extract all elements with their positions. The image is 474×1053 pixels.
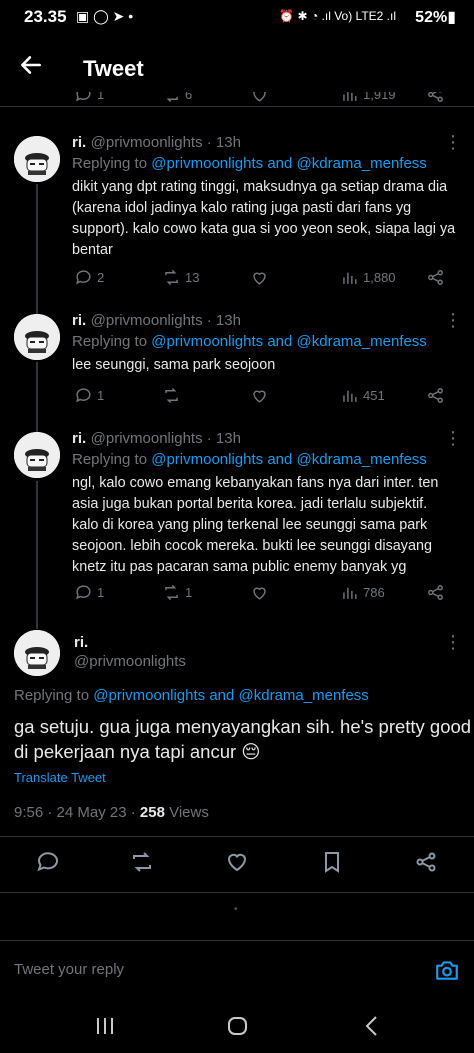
camera-icon[interactable] [434,957,460,988]
handle[interactable]: @privmoonlights [74,653,186,670]
replying-to: Replying to @privmoonlights and @kdrama_… [14,687,369,704]
reply-button[interactable]: 1 [74,583,104,602]
share-icon[interactable] [426,92,445,104]
share-icon [428,270,443,285]
reply-button[interactable]: 1 [74,386,104,405]
avatar[interactable] [14,630,60,676]
replying-to: Replying to @privmoonlights and @kdrama_… [72,333,427,350]
reply-composer: Tweet your reply [0,941,474,999]
top-bar: Tweet [0,40,474,98]
views-icon [343,587,357,599]
reply-icon [76,585,91,600]
views-icon[interactable]: 1,919 [340,92,396,104]
mention-link[interactable]: @privmoonlights and @kdrama_menfess [151,451,427,468]
display-name[interactable]: ri. [72,430,86,447]
retweet-icon[interactable] [130,850,154,879]
heart-icon [253,587,266,600]
reply-button[interactable]: 2 [74,268,104,287]
views-button[interactable]: 451 [340,386,385,405]
tweet-text: dikit yang dpt rating tinggi, maksudnya … [72,179,456,258]
reply-icon[interactable] [36,850,60,879]
tweet-text: ngl, kalo cowo emang kebanyakan fans nya… [72,475,439,575]
tweet-text: lee seunggi, sama park seojoon [72,357,276,373]
handle-time: @privmoonlights · 13h [90,430,241,447]
handle-time: @privmoonlights · 13h [90,134,241,151]
reply-icon[interactable]: 1 [74,92,104,104]
main-actions [0,850,474,880]
share-icon [428,585,443,600]
recent-apps-icon[interactable] [94,1016,116,1041]
retweet-icon [165,584,178,601]
tweet-text: ga setuju. gua juga menyayangkan sih. he… [14,716,472,762]
display-name[interactable]: ri. [72,312,86,329]
avatar[interactable] [14,136,60,182]
retweet-button[interactable]: 1 [162,583,192,602]
share-icon [428,388,443,403]
share-icon[interactable] [414,850,438,879]
reply-input[interactable]: Tweet your reply [14,961,124,978]
battery-indicator: 52%▮ [415,9,456,26]
views-button[interactable]: 1,880 [340,268,396,287]
heart-icon[interactable] [225,850,249,879]
bookmark-icon[interactable] [320,850,344,879]
display-name[interactable]: ri. [74,634,88,651]
tweet-metadata: 9:56 · 24 May 23 · 258 Views [14,804,209,821]
retweet-icon [165,387,178,404]
display-name[interactable]: ri. [72,134,86,151]
avatar[interactable] [14,432,60,478]
back-icon[interactable] [362,1015,382,1042]
divider [0,836,474,837]
views-icon [343,390,357,402]
mention-link[interactable]: @privmoonlights and @kdrama_menfess [93,687,369,704]
handle-time: @privmoonlights · 13h [90,312,241,329]
tweet-item[interactable]: ri. @privmoonlights · 13h ⋮ Replying to … [0,300,474,418]
system-icons: ⏰ ✱ ◔ .ıl Vo) LTE2 .ıl [279,9,396,23]
retweet-button[interactable] [162,386,185,405]
status-bar: 23.35 ▣ ◯ ➤ • ⏰ ✱ ◔ .ıl Vo) LTE2 .ıl 52%… [0,0,474,36]
divider [0,892,474,893]
like-button[interactable] [250,386,269,405]
mention-link[interactable]: @privmoonlights and @kdrama_menfess [151,155,427,172]
like-button[interactable] [250,583,269,602]
more-options-icon[interactable]: ⋮ [444,310,463,331]
page-title: Tweet [83,56,144,81]
loading-indicator: • [234,904,238,915]
mention-link[interactable]: @privmoonlights and @kdrama_menfess [151,333,427,350]
like-button[interactable] [250,268,269,287]
notification-icons: ▣ ◯ ➤ • [76,8,134,24]
more-options-icon[interactable]: ⋮ [444,428,463,449]
share-button[interactable] [426,583,445,602]
views-button[interactable]: 786 [340,583,385,602]
replying-to: Replying to @privmoonlights and @kdrama_… [72,155,427,172]
heart-icon [253,390,266,403]
focused-tweet: ri. @privmoonlights ⋮ Replying to @privm… [0,618,474,838]
status-time: 23.35 [24,7,67,26]
system-navigation-bar [0,1000,474,1053]
divider [0,106,474,107]
more-options-icon[interactable]: ⋮ [444,632,463,653]
tweet-item[interactable]: ri. @privmoonlights · 13h ⋮ Replying to … [0,418,474,618]
retweet-icon[interactable]: 6 [162,92,192,104]
views-count: 258 [139,804,165,821]
heart-icon[interactable] [250,92,269,104]
home-icon[interactable] [227,1016,249,1041]
replying-to: Replying to @privmoonlights and @kdrama_… [72,451,427,468]
reply-icon [76,388,91,403]
share-button[interactable] [426,386,445,405]
retweet-icon [165,269,178,286]
more-options-icon[interactable]: ⋮ [444,132,463,153]
arrow-left-icon[interactable] [18,52,44,85]
tweet-item[interactable]: ri. @privmoonlights · 13h ⋮ Replying to … [0,120,474,300]
share-button[interactable] [426,268,445,287]
heart-icon [253,272,266,285]
reply-icon [76,270,91,285]
previous-tweet-actions: 1 6 1,919 [0,92,474,106]
retweet-button[interactable]: 13 [162,268,199,287]
translate-link[interactable]: Translate Tweet [14,770,106,785]
views-icon [343,272,357,284]
avatar[interactable] [14,314,60,360]
